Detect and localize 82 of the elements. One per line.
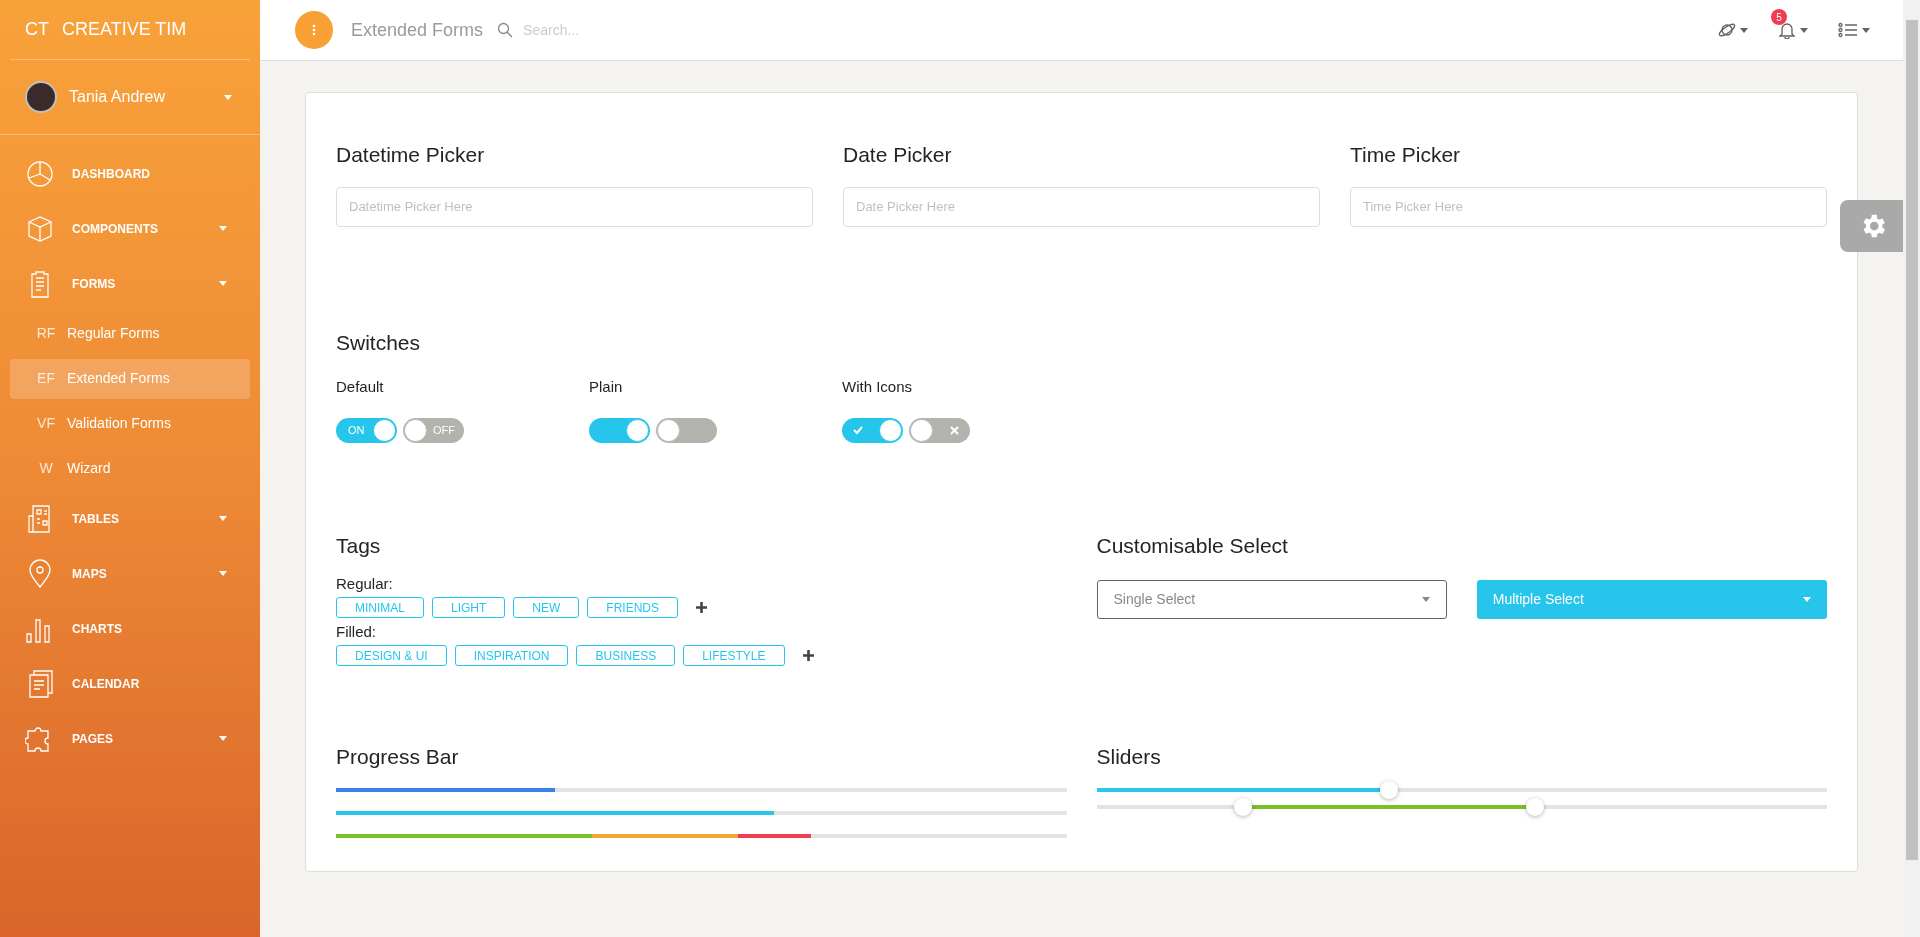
date-field[interactable]: Time Picker Here [1350, 186, 1827, 227]
bell-icon [1778, 21, 1796, 39]
notification-badge: 5 [1771, 9, 1787, 25]
avatar [25, 81, 57, 113]
more-vertical-icon [312, 24, 316, 36]
settings-button[interactable] [1840, 200, 1905, 252]
tag[interactable]: FRIENDS [587, 597, 679, 618]
caret-icon [219, 281, 227, 286]
caret-icon [1421, 597, 1430, 602]
sidebar-item[interactable]: PAGES [10, 711, 250, 766]
tag[interactable]: BUSINESS [576, 645, 676, 666]
menu-button[interactable] [295, 11, 333, 49]
caret-icon [219, 571, 227, 576]
tags-label: Filled: [336, 623, 377, 641]
caret-icon [1800, 27, 1808, 33]
search-icon [497, 22, 514, 38]
list-button[interactable] [1838, 22, 1870, 38]
slider[interactable] [1096, 797, 1827, 816]
sidebar-subitem[interactable]: EF Extended Forms [10, 358, 250, 399]
caret-icon [1740, 27, 1748, 33]
check-icon [853, 425, 863, 435]
date-field[interactable]: Datetime Picker Here [336, 186, 813, 227]
page-title: Extended Forms [351, 18, 484, 42]
logo-mark: CT [25, 18, 49, 41]
caret-icon [219, 516, 227, 521]
slider-handle[interactable] [1525, 797, 1544, 816]
switch-label: With Icons [842, 377, 914, 397]
plus-icon [802, 650, 814, 661]
tag[interactable]: MINIMAL [336, 597, 424, 618]
sidebar-item[interactable]: DASHBOARD [10, 146, 250, 201]
toggle-switch[interactable]: ON [336, 417, 397, 443]
add-tag-button[interactable] [802, 650, 814, 661]
caret-icon [1803, 597, 1811, 602]
planet-button[interactable] [1718, 21, 1748, 39]
section-title: Sliders [1096, 744, 1162, 770]
sidebar-subitem[interactable]: RF Regular Forms [10, 313, 250, 354]
section-title: Tags [336, 532, 382, 559]
caret-icon [219, 226, 227, 231]
sidebar-item[interactable]: COMPONENTS [10, 201, 250, 256]
pie-chart-icon [25, 158, 55, 189]
sidebar-subitem[interactable]: W Wizard [10, 448, 250, 489]
brand-name: CREATIVE TIM [62, 18, 187, 41]
sidebar-item[interactable]: TABLES [10, 491, 250, 546]
caret-icon [219, 736, 227, 741]
user-name[interactable]: Tania Andrew [69, 85, 224, 109]
section-title: Date Picker [843, 142, 953, 168]
section-title: Datetime Picker [336, 142, 486, 168]
toggle-switch[interactable] [842, 417, 903, 443]
section-title: Progress Bar [336, 744, 460, 770]
sidebar-item[interactable]: FORMS [10, 256, 250, 311]
notifications-button[interactable] [1778, 21, 1808, 39]
toggle-switch[interactable]: OFF [403, 417, 464, 443]
tag[interactable]: LIFESTYLE [683, 645, 785, 666]
toggle-switch[interactable] [656, 417, 717, 443]
tag[interactable]: NEW [513, 597, 580, 618]
slider-handle[interactable] [1379, 780, 1398, 799]
tag[interactable]: DESIGN & UI [336, 645, 447, 666]
section-title: Switches [336, 329, 422, 356]
switch-label: Plain [589, 377, 624, 397]
toggle-switch[interactable] [589, 417, 650, 443]
planet-icon [1718, 21, 1736, 39]
sidebar-subitem[interactable]: VF Validation Forms [10, 403, 250, 444]
section-title: Customisable Select [1096, 532, 1289, 559]
section-title: Time Picker [1350, 142, 1462, 168]
caret-icon [1862, 27, 1870, 33]
tag[interactable]: LIGHT [432, 597, 506, 618]
tag[interactable]: INSPIRATION [454, 645, 569, 666]
switch-label: Default [336, 377, 385, 397]
close-icon [950, 425, 959, 435]
select-dropdown[interactable]: Multiple Select [1476, 580, 1827, 619]
slider[interactable] [1096, 780, 1827, 799]
select-dropdown[interactable]: Single Select [1096, 580, 1447, 619]
plus-icon [696, 602, 708, 613]
add-tag-button[interactable] [696, 602, 708, 613]
sidebar-item[interactable]: MAPS [10, 546, 250, 601]
sidebar-item[interactable]: CALENDAR [10, 656, 250, 711]
date-field[interactable]: Date Picker Here [843, 186, 1320, 227]
slider-handle[interactable] [1233, 797, 1252, 816]
toggle-switch[interactable] [909, 417, 970, 443]
sidebar-item[interactable]: CHARTS [10, 601, 250, 656]
list-icon [1838, 22, 1858, 38]
tags-label: Regular: [336, 575, 394, 593]
